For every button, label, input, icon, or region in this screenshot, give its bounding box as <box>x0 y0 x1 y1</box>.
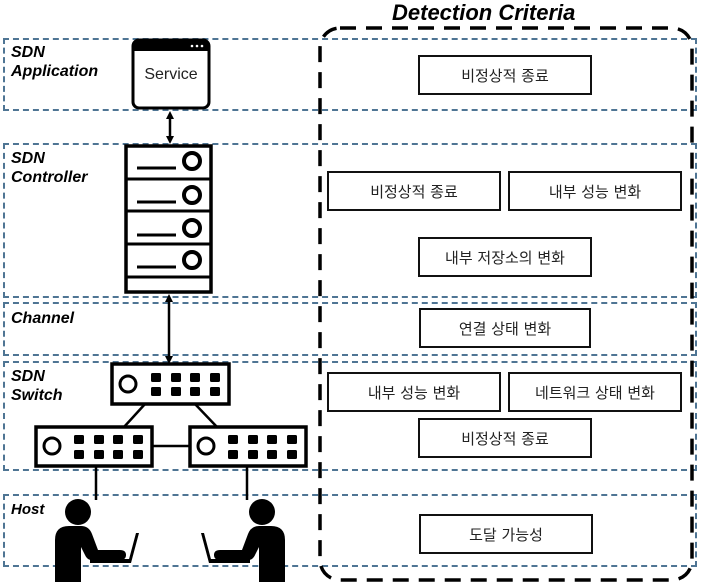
controller-server-icon <box>124 144 213 294</box>
host-left-user-icon <box>55 499 139 582</box>
criteria-host-reachability: 도달 가능성 <box>419 514 593 554</box>
criteria-controller-abnormal-termination: 비정상적 종료 <box>327 171 501 211</box>
criteria-controller-internal-performance: 내부 성능 변화 <box>508 171 682 211</box>
service-label: Service <box>144 66 198 83</box>
switch-left-icon <box>34 425 154 468</box>
criteria-controller-internal-storage: 내부 저장소의 변화 <box>418 237 592 277</box>
criteria-channel-connection-state: 연결 상태 변화 <box>419 308 591 348</box>
diagram-graphics <box>34 26 694 582</box>
detection-criteria-frame <box>318 26 694 582</box>
criteria-switch-abnormal-termination: 비정상적 종료 <box>418 418 592 458</box>
host-right-user-icon <box>201 499 285 582</box>
criteria-switch-internal-performance: 내부 성능 변화 <box>327 372 501 412</box>
criteria-app-abnormal-termination: 비정상적 종료 <box>418 55 592 95</box>
switch-top-icon <box>110 362 231 406</box>
criteria-switch-network-state: 네트워크 상태 변화 <box>508 372 682 412</box>
switch-right-icon <box>188 425 308 468</box>
